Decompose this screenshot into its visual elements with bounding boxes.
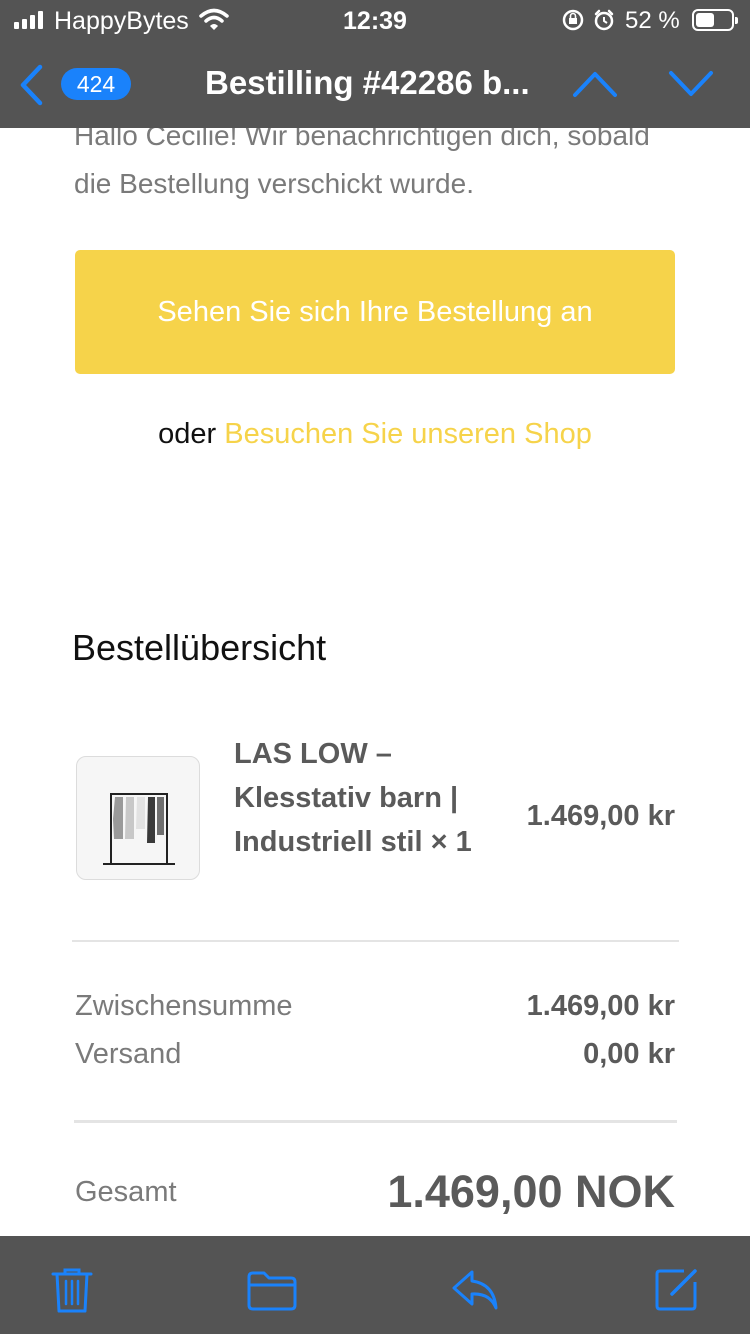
product-image <box>76 756 200 880</box>
folder-icon[interactable] <box>246 1270 298 1312</box>
subtotal-value: 1.469,00 kr <box>526 990 675 1022</box>
battery-percent: 52 % <box>625 7 680 34</box>
up-arrow-icon[interactable] <box>572 70 618 98</box>
subtotal-label: Zwischensumme <box>75 990 293 1022</box>
email-body[interactable]: Hallo Cecilie! Wir benachrichtigen dich,… <box>0 128 750 1236</box>
unread-count-badge[interactable]: 424 <box>61 68 131 100</box>
or-text: oder <box>158 418 217 450</box>
down-arrow-icon[interactable] <box>668 70 714 98</box>
visit-shop-link[interactable]: Besuchen Sie unseren Shop <box>224 418 592 450</box>
shipping-label: Versand <box>75 1038 182 1070</box>
product-name: LAS LOW – Klesstativ barn | Industriell … <box>234 738 472 858</box>
reply-icon[interactable] <box>450 1268 500 1312</box>
view-order-button[interactable]: Sehen Sie sich Ihre Bestellung an <box>75 250 675 374</box>
total-value: 1.469,00 NOK <box>387 1166 675 1217</box>
rotation-lock-and-alarm-icon <box>562 9 614 31</box>
compose-icon[interactable] <box>654 1266 700 1312</box>
battery-icon <box>692 9 738 31</box>
status-bar: HappyBytes 12:39 52 % <box>0 0 750 42</box>
shop-link-line: oder Besuchen Sie unseren Shop <box>0 418 750 451</box>
back-chevron-icon[interactable] <box>18 64 44 106</box>
message-subject-title: Bestilling #42286 b... <box>205 64 530 101</box>
divider <box>74 1120 677 1123</box>
greeting-text: Hallo Cecilie! Wir benachrichtigen dich,… <box>74 128 650 199</box>
clothing-rack-icon <box>103 793 175 865</box>
shipping-value: 0,00 kr <box>583 1038 675 1070</box>
product-price: 1.469,00 kr <box>526 800 675 832</box>
trash-icon[interactable] <box>50 1266 94 1314</box>
divider <box>72 940 679 942</box>
mail-toolbar <box>0 1236 750 1334</box>
mail-nav-bar: 424 Bestilling #42286 b... <box>0 42 750 128</box>
order-summary-heading: Bestellübersicht <box>72 627 327 668</box>
total-label: Gesamt <box>75 1176 177 1208</box>
